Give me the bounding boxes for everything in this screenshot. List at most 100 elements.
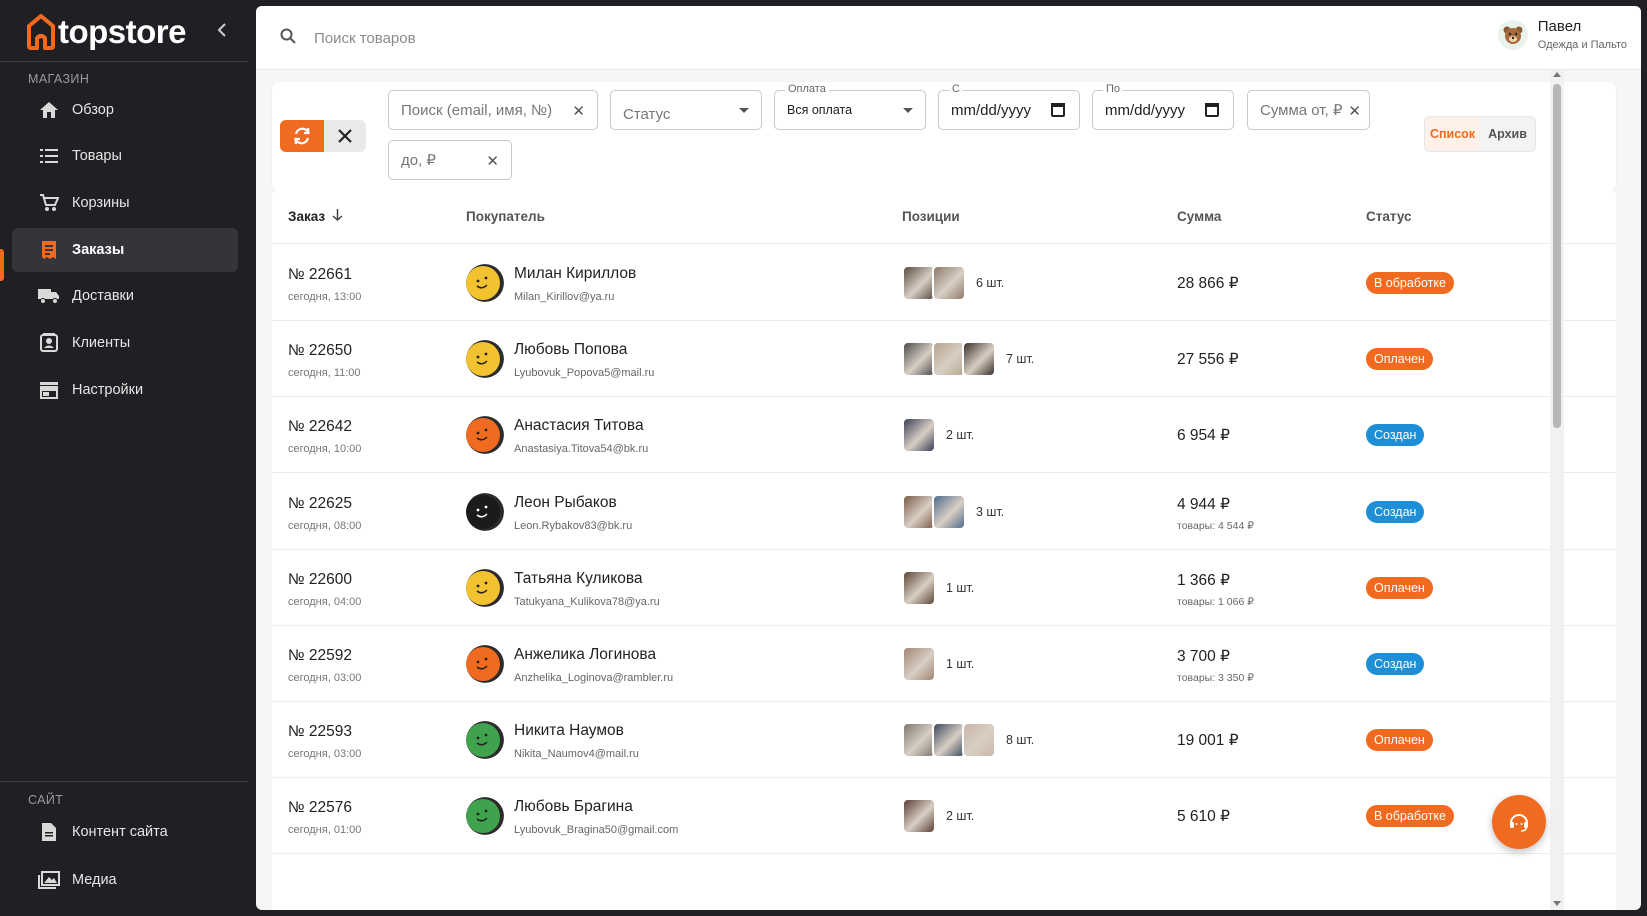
column-header-items[interactable]: Позиции xyxy=(902,209,960,224)
view-archive-button[interactable]: Архив xyxy=(1480,117,1535,151)
sidebar-item-label: Медиа xyxy=(72,872,117,888)
product-thumbnail[interactable] xyxy=(902,722,936,759)
scroll-thumb[interactable] xyxy=(1553,84,1561,428)
sidebar-item-carts[interactable]: Корзины xyxy=(12,181,238,225)
product-thumbnail[interactable] xyxy=(902,646,936,682)
smiley-avatar-icon xyxy=(466,568,504,607)
scroll-up-arrow[interactable] xyxy=(1553,72,1561,77)
collapse-sidebar-button[interactable] xyxy=(212,20,232,40)
order-number[interactable]: № 22576 xyxy=(288,799,352,817)
clear-icon[interactable]: ✕ xyxy=(1348,102,1361,120)
buyer-name[interactable]: Леон Рыбаков xyxy=(514,494,617,512)
buyer-name[interactable]: Милан Кириллов xyxy=(514,265,636,283)
buyer-name[interactable]: Анжелика Логинова xyxy=(514,646,656,664)
buyer-name[interactable]: Любовь Брагина xyxy=(514,798,633,816)
status-badge: В обработке xyxy=(1366,805,1454,828)
buyer-email: Anzhelika_Loginova@rambler.ru xyxy=(514,672,674,684)
items-quantity: 2 шт. xyxy=(946,428,975,443)
table-row[interactable]: № 22592 сегодня, 03:00 Анжелика Логинова An… xyxy=(272,626,1616,702)
items-quantity: 1 шт. xyxy=(946,657,975,671)
scrollbar[interactable] xyxy=(1550,70,1564,910)
payment-select[interactable]: Оплата Вся оплата xyxy=(774,83,926,130)
order-number[interactable]: № 22642 xyxy=(288,418,352,436)
avatar xyxy=(466,721,504,760)
product-thumbnail[interactable] xyxy=(902,493,936,530)
sidebar-item-deliveries[interactable]: Доставки xyxy=(12,274,238,318)
clear-filters-button[interactable] xyxy=(324,120,366,152)
column-header-status[interactable]: Статус xyxy=(1366,209,1412,224)
sidebar-item-products[interactable]: Товары xyxy=(12,134,238,178)
clear-icon[interactable]: ✕ xyxy=(486,152,499,170)
status-select[interactable]: Статус xyxy=(610,90,762,130)
smiley-avatar-icon xyxy=(466,645,504,683)
sum-from-input[interactable]: Сумма от, ₽ ✕ xyxy=(1247,90,1370,130)
table-row[interactable]: № 22661 сегодня, 13:00 Милан Кириллов Milan… xyxy=(272,245,1616,321)
user-menu[interactable]: Павел Одежда и Пальто xyxy=(1497,18,1627,51)
sidebar-item-clients[interactable]: Клиенты xyxy=(12,321,238,365)
smiley-avatar-icon xyxy=(466,721,504,760)
order-number[interactable]: № 22650 xyxy=(288,342,352,360)
sidebar-item-settings[interactable]: Настройки xyxy=(12,368,238,412)
goods-sum: товары: 4 544 ₽ xyxy=(1177,519,1254,532)
sidebar-item-orders[interactable]: Заказы xyxy=(12,228,238,272)
product-thumbnail[interactable] xyxy=(932,493,966,530)
sidebar-item-site-content[interactable]: Контент сайта xyxy=(12,810,238,854)
table-row[interactable]: № 22642 сегодня, 10:00 Анастасия Титова Ana… xyxy=(272,397,1616,474)
product-search-input[interactable] xyxy=(314,24,814,52)
buyer-name[interactable]: Любовь Попова xyxy=(514,341,627,359)
order-number[interactable]: № 22625 xyxy=(288,495,352,513)
table-row[interactable]: № 22600 сегодня, 04:00 Татьяна Куликова Tat… xyxy=(272,550,1616,626)
table-row[interactable]: № 22593 сегодня, 03:00 Никита Наумов Nikita… xyxy=(272,702,1616,779)
buyer-name[interactable]: Анастасия Титова xyxy=(514,417,644,435)
section-title-site: САЙТ xyxy=(28,793,64,807)
product-thumbnail[interactable] xyxy=(932,265,966,301)
product-thumbnail[interactable] xyxy=(932,722,966,759)
scroll-down-arrow[interactable] xyxy=(1553,901,1561,906)
product-thumbnail[interactable] xyxy=(932,341,966,378)
order-time: сегодня, 11:00 xyxy=(288,367,361,380)
sum-to-input[interactable]: до, ₽ ✕ xyxy=(388,140,512,180)
order-time: сегодня, 01:00 xyxy=(288,824,362,837)
order-number[interactable]: № 22661 xyxy=(288,266,352,284)
table-row[interactable]: № 22625 сегодня, 08:00 Леон Рыбаков Leon.Ry… xyxy=(272,474,1616,550)
product-thumbnail[interactable] xyxy=(902,341,936,378)
product-thumbnail[interactable] xyxy=(962,722,996,759)
sidebar-item-overview[interactable]: Обзор xyxy=(12,88,238,132)
product-thumbnail[interactable] xyxy=(902,417,936,454)
view-list-button[interactable]: Список xyxy=(1425,117,1480,151)
buyer-name[interactable]: Татьяна Куликова xyxy=(514,570,643,588)
order-number[interactable]: № 22593 xyxy=(288,723,352,741)
support-chat-button[interactable] xyxy=(1492,795,1546,849)
column-header-buyer[interactable]: Покупатель xyxy=(466,209,545,224)
table-row[interactable]: № 22576 сегодня, 01:00 Любовь Брагина Lyubo… xyxy=(272,778,1616,855)
buyer-name[interactable]: Никита Наумов xyxy=(514,722,624,740)
avatar xyxy=(466,416,504,455)
logo[interactable]: topstore xyxy=(26,10,187,54)
order-sum: 27 556 ₽ xyxy=(1177,351,1239,369)
items-quantity: 2 шт. xyxy=(946,809,975,824)
truck-icon xyxy=(38,285,60,307)
sidebar-divider xyxy=(0,781,249,782)
chevron-down-icon xyxy=(903,108,913,113)
smiley-avatar-icon xyxy=(466,264,504,302)
calendar-icon[interactable] xyxy=(1205,103,1219,117)
refresh-button[interactable] xyxy=(280,120,324,152)
product-thumbnail[interactable] xyxy=(902,265,936,301)
order-number[interactable]: № 22600 xyxy=(288,571,352,589)
column-header-order[interactable]: Заказ xyxy=(288,209,343,224)
table-row[interactable]: № 22650 сегодня, 11:00 Любовь Попова Lyubov… xyxy=(272,321,1616,398)
column-header-sum[interactable]: Сумма xyxy=(1177,209,1221,224)
document-icon xyxy=(38,821,60,843)
product-thumbnail[interactable] xyxy=(902,569,936,606)
sidebar-item-media[interactable]: Медиа xyxy=(12,858,238,902)
date-from-input[interactable]: С mm/dd/yyyy xyxy=(938,83,1080,130)
date-to-input[interactable]: По mm/dd/yyyy xyxy=(1092,83,1234,130)
calendar-icon[interactable] xyxy=(1051,103,1065,117)
order-number[interactable]: № 22592 xyxy=(288,647,352,665)
user-name: Павел xyxy=(1537,18,1582,35)
clear-icon[interactable]: ✕ xyxy=(572,102,585,120)
status-badge: Оплачен xyxy=(1366,576,1433,599)
product-thumbnail[interactable] xyxy=(902,798,936,835)
order-search-input[interactable]: Поиск (email, имя, №) ✕ xyxy=(388,90,598,130)
product-thumbnail[interactable] xyxy=(962,341,996,378)
